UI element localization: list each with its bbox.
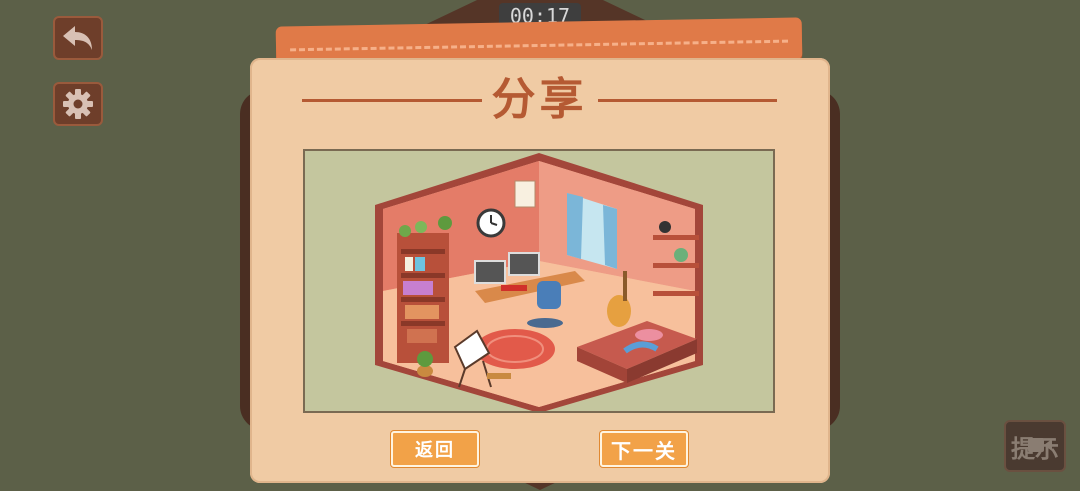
title-divider-left — [302, 98, 482, 102]
hint-button[interactable]: 提示 — [1004, 420, 1066, 472]
share-dialog: 分享 返回 下一关 — [250, 58, 830, 483]
dialog-title: 分享 — [491, 74, 588, 125]
room-preview-image — [303, 149, 775, 413]
gear-icon — [63, 89, 93, 119]
next-level-button[interactable]: 下一关 — [600, 431, 688, 467]
back-button[interactable] — [53, 16, 103, 60]
settings-button[interactable] — [53, 82, 103, 126]
title-divider-right — [597, 98, 777, 102]
back-to-menu-button[interactable]: 返回 — [391, 431, 479, 467]
undo-arrow-icon — [63, 26, 92, 50]
video-icon — [1028, 438, 1052, 452]
title-row: 分享 — [302, 72, 777, 128]
stitch-line — [290, 39, 789, 52]
